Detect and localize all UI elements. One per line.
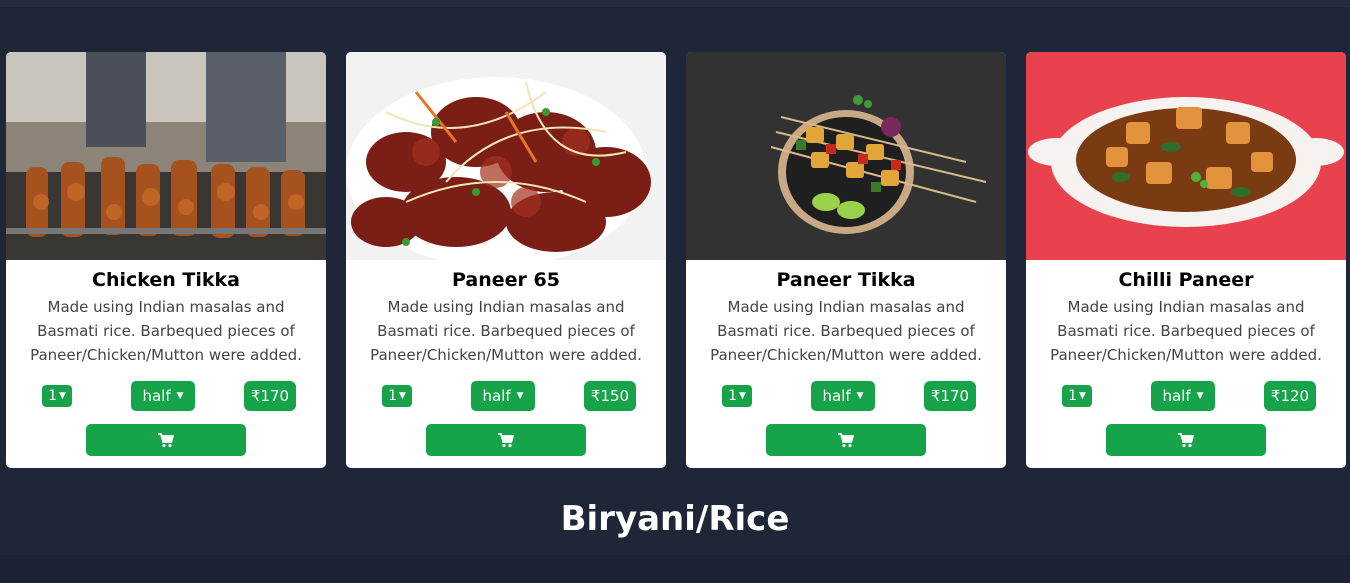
bottom-strip: [0, 555, 1350, 583]
quantity-select[interactable]: 1 ▼: [42, 385, 72, 407]
size-select[interactable]: half ▼: [131, 381, 195, 411]
size-value: half: [142, 387, 171, 405]
quantity-value: 1: [48, 388, 57, 404]
add-to-cart-button[interactable]: [766, 424, 926, 456]
cart-icon: [1178, 432, 1194, 447]
chevron-down-icon: ▼: [176, 391, 184, 401]
card-title: Chilli Paneer: [1118, 269, 1254, 291]
quantity-select[interactable]: 1 ▼: [382, 385, 412, 407]
add-to-cart-button[interactable]: [426, 424, 586, 456]
card-controls: 1 ▼ half ▼ ₹170: [6, 381, 326, 411]
menu-card: Chicken Tikka Made using Indian masalas …: [6, 52, 326, 468]
chevron-down-icon: ▼: [516, 391, 524, 401]
cart-icon: [838, 432, 854, 447]
size-value: half: [1162, 387, 1191, 405]
chilli-paneer-image: [1026, 52, 1346, 260]
menu-card: Paneer 65 Made using Indian masalas and …: [346, 52, 666, 468]
card-controls: 1 ▼ half ▼ ₹120: [1026, 381, 1346, 411]
size-select[interactable]: half ▼: [811, 381, 875, 411]
price-badge: ₹120: [1264, 381, 1316, 411]
card-description: Made using Indian masalas and Basmati ri…: [710, 298, 982, 364]
quantity-select[interactable]: 1 ▼: [1062, 385, 1092, 407]
chevron-down-icon: ▼: [739, 391, 746, 401]
card-description: Made using Indian masalas and Basmati ri…: [30, 298, 302, 364]
chevron-down-icon: ▼: [1196, 391, 1204, 401]
price-badge: ₹170: [924, 381, 976, 411]
add-to-cart-button[interactable]: [1106, 424, 1266, 456]
chevron-down-icon: ▼: [1079, 391, 1086, 401]
card-controls: 1 ▼ half ▼ ₹170: [686, 381, 1006, 411]
quantity-select[interactable]: 1 ▼: [722, 385, 752, 407]
card-title: Chicken Tikka: [92, 269, 240, 291]
cart-icon: [158, 432, 174, 447]
size-select[interactable]: half ▼: [1151, 381, 1215, 411]
price-badge: ₹170: [244, 381, 296, 411]
price-badge: ₹150: [584, 381, 636, 411]
chevron-down-icon: ▼: [399, 391, 406, 401]
quantity-value: 1: [728, 388, 737, 404]
cart-icon: [498, 432, 514, 447]
size-value: half: [822, 387, 851, 405]
top-strip: [0, 0, 1350, 7]
menu-card: Chilli Paneer Made using Indian masalas …: [1026, 52, 1346, 468]
card-title: Paneer 65: [452, 269, 560, 291]
card-description: Made using Indian masalas and Basmati ri…: [1050, 298, 1322, 364]
chevron-down-icon: ▼: [856, 391, 864, 401]
chicken-tikka-image: [6, 52, 326, 260]
quantity-value: 1: [388, 388, 397, 404]
menu-card: Paneer Tikka Made using Indian masalas a…: [686, 52, 1006, 468]
add-to-cart-button[interactable]: [86, 424, 246, 456]
section-heading: Biryani/Rice: [560, 499, 790, 539]
paneer-65-image: [346, 52, 666, 260]
chevron-down-icon: ▼: [59, 391, 66, 401]
quantity-value: 1: [1068, 388, 1077, 404]
card-description: Made using Indian masalas and Basmati ri…: [370, 298, 642, 364]
paneer-tikka-image: [686, 52, 1006, 260]
size-value: half: [482, 387, 511, 405]
menu-card-row: Chicken Tikka Made using Indian masalas …: [6, 52, 1346, 468]
card-controls: 1 ▼ half ▼ ₹150: [346, 381, 666, 411]
size-select[interactable]: half ▼: [471, 381, 535, 411]
card-title: Paneer Tikka: [776, 269, 916, 291]
